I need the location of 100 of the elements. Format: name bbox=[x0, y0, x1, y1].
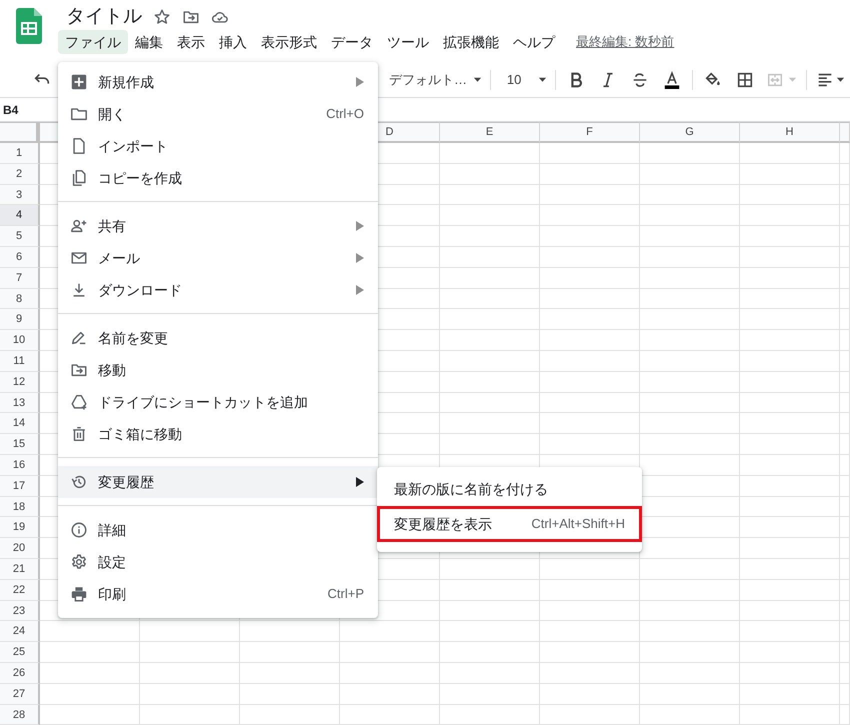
grid-cell[interactable] bbox=[440, 164, 540, 185]
grid-cell[interactable] bbox=[540, 268, 640, 289]
sheets-logo-icon[interactable] bbox=[16, 8, 42, 44]
grid-cell[interactable] bbox=[540, 704, 640, 725]
grid-cell[interactable] bbox=[640, 226, 740, 247]
grid-cell[interactable] bbox=[140, 684, 240, 705]
grid-cell[interactable] bbox=[840, 330, 850, 351]
grid-cell[interactable] bbox=[440, 600, 540, 622]
grid-cell[interactable] bbox=[840, 454, 850, 476]
row-header[interactable]: 15 bbox=[0, 434, 40, 455]
grid-cell[interactable] bbox=[840, 476, 850, 497]
grid-cell[interactable] bbox=[440, 350, 540, 372]
row-header[interactable]: 10 bbox=[0, 330, 40, 351]
grid-cell[interactable] bbox=[640, 662, 740, 684]
grid-cell[interactable] bbox=[540, 662, 640, 684]
document-title[interactable]: タイトル bbox=[66, 6, 142, 28]
grid-cell[interactable] bbox=[440, 309, 540, 330]
grid-cell[interactable] bbox=[340, 642, 440, 663]
grid-cell[interactable] bbox=[540, 392, 640, 414]
row-header[interactable]: 12 bbox=[0, 372, 40, 393]
grid-cell[interactable] bbox=[240, 642, 340, 663]
grid-cell[interactable] bbox=[840, 288, 850, 310]
grid-cell[interactable] bbox=[240, 704, 340, 725]
grid-cell[interactable] bbox=[640, 704, 740, 725]
menu-item[interactable]: ヘルプ bbox=[506, 30, 562, 54]
grid-cell[interactable] bbox=[640, 413, 740, 434]
row-header[interactable]: 27 bbox=[0, 684, 40, 705]
menu-item[interactable]: データ bbox=[324, 30, 380, 54]
grid-cell[interactable] bbox=[640, 392, 740, 414]
grid-cell[interactable] bbox=[540, 372, 640, 393]
row-header[interactable]: 26 bbox=[0, 662, 40, 684]
grid-cell[interactable] bbox=[340, 704, 440, 725]
grid-cell[interactable] bbox=[440, 288, 540, 310]
grid-cell[interactable] bbox=[540, 330, 640, 351]
grid-cell[interactable] bbox=[640, 205, 740, 226]
grid-cell[interactable] bbox=[640, 288, 740, 310]
grid-cell[interactable] bbox=[840, 205, 850, 226]
grid-cell[interactable] bbox=[740, 558, 840, 580]
grid-cell[interactable] bbox=[740, 434, 840, 455]
grid-cell[interactable] bbox=[540, 621, 640, 642]
grid-cell[interactable] bbox=[240, 621, 340, 642]
grid-cell[interactable] bbox=[740, 309, 840, 330]
grid-cell[interactable] bbox=[740, 205, 840, 226]
grid-cell[interactable] bbox=[740, 704, 840, 725]
row-header[interactable]: 19 bbox=[0, 517, 40, 538]
row-header[interactable]: 28 bbox=[0, 704, 40, 725]
row-header[interactable]: 18 bbox=[0, 496, 40, 518]
grid-cell[interactable] bbox=[840, 496, 850, 518]
menu-item[interactable]: 名前を変更 bbox=[58, 322, 378, 354]
grid-cell[interactable] bbox=[640, 684, 740, 705]
menu-item[interactable]: ツール bbox=[380, 30, 436, 54]
grid-cell[interactable] bbox=[840, 309, 850, 330]
menu-item[interactable]: 共有 bbox=[58, 210, 378, 242]
grid-cell[interactable] bbox=[340, 684, 440, 705]
row-header[interactable]: 20 bbox=[0, 538, 40, 559]
grid-cell[interactable] bbox=[740, 454, 840, 476]
grid-cell[interactable] bbox=[840, 246, 850, 268]
grid-cell[interactable] bbox=[740, 621, 840, 642]
grid-cell[interactable] bbox=[140, 621, 240, 642]
menu-item[interactable]: メール bbox=[58, 242, 378, 274]
grid-cell[interactable] bbox=[740, 517, 840, 538]
grid-cell[interactable] bbox=[540, 580, 640, 601]
grid-cell[interactable] bbox=[540, 184, 640, 206]
grid-cell[interactable] bbox=[440, 392, 540, 414]
grid-cell[interactable] bbox=[840, 164, 850, 185]
menu-item[interactable]: 拡張機能 bbox=[436, 30, 506, 54]
grid-cell[interactable] bbox=[440, 143, 540, 164]
grid-cell[interactable] bbox=[740, 143, 840, 164]
menu-item[interactable]: 印刷 Ctrl+P bbox=[58, 578, 378, 610]
column-header[interactable]: G bbox=[640, 122, 740, 143]
grid-cell[interactable] bbox=[740, 580, 840, 601]
grid-cell[interactable] bbox=[740, 268, 840, 289]
grid-cell[interactable] bbox=[740, 350, 840, 372]
grid-cell[interactable] bbox=[740, 662, 840, 684]
menu-item[interactable]: ゴミ箱に移動 bbox=[58, 418, 378, 450]
menu-item[interactable]: ダウンロード bbox=[58, 274, 378, 306]
menu-item[interactable]: ファイル bbox=[58, 30, 128, 54]
row-header[interactable]: 23 bbox=[0, 600, 40, 622]
grid-cell[interactable] bbox=[740, 392, 840, 414]
grid-cell[interactable] bbox=[840, 226, 850, 247]
menu-item[interactable]: 最新の版に名前を付ける bbox=[377, 473, 642, 505]
menu-item[interactable]: 移動 bbox=[58, 354, 378, 386]
grid-cell[interactable] bbox=[40, 662, 140, 684]
grid-cell[interactable] bbox=[440, 184, 540, 206]
grid-cell[interactable] bbox=[640, 580, 740, 601]
grid-cell[interactable] bbox=[740, 684, 840, 705]
row-header[interactable]: 14 bbox=[0, 413, 40, 434]
grid-cell[interactable] bbox=[640, 642, 740, 663]
menu-item[interactable]: 挿入 bbox=[212, 30, 254, 54]
grid-cell[interactable] bbox=[440, 558, 540, 580]
grid-cell[interactable] bbox=[40, 621, 140, 642]
grid-cell[interactable] bbox=[540, 143, 640, 164]
grid-cell[interactable] bbox=[340, 662, 440, 684]
grid-cell[interactable] bbox=[540, 226, 640, 247]
menu-item[interactable]: 変更履歴を表示 Ctrl+Alt+Shift+H bbox=[377, 506, 642, 542]
grid-cell[interactable] bbox=[440, 580, 540, 601]
row-header[interactable]: 22 bbox=[0, 580, 40, 601]
row-header[interactable]: 21 bbox=[0, 558, 40, 580]
grid-cell[interactable] bbox=[640, 517, 740, 538]
menu-item[interactable]: 詳細 bbox=[58, 514, 378, 546]
